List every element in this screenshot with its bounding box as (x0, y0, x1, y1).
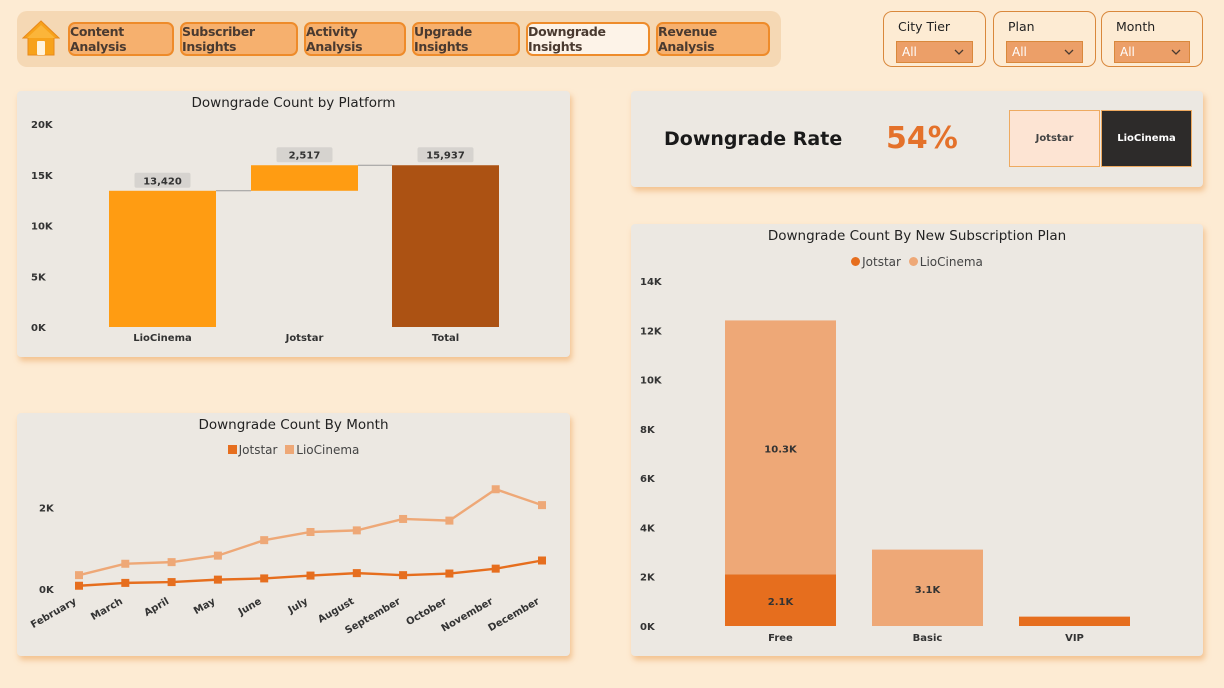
data-point (445, 516, 454, 525)
month-dropdown-value: All (1120, 45, 1135, 59)
data-point (260, 574, 269, 583)
kpi-title: Downgrade Rate (664, 128, 843, 150)
data-point (352, 526, 361, 535)
data-point (538, 556, 546, 565)
bar-total (392, 165, 499, 327)
month-slicer: Month All (1101, 11, 1203, 67)
data-label: 10.3K (764, 444, 798, 455)
downgrade-by-plan-card: Downgrade Count By New Subscription Plan… (631, 224, 1203, 656)
city-tier-slicer-label: City Tier (898, 19, 951, 34)
plan-slicer: Plan All (993, 11, 1096, 67)
data-point (352, 569, 361, 578)
x-tick-label: LioCinema (133, 333, 192, 344)
downgrade-by-plan-chart: 0K 2K 4K 6K 8K 10K 12K 14K 2.1K 10.3K Free 3.1K Basi… (640, 277, 1130, 644)
x-tick-label: March (89, 596, 125, 623)
month-slicer-label: Month (1116, 19, 1156, 34)
y-tick-label: 5K (31, 272, 47, 283)
home-button[interactable] (21, 19, 61, 57)
nav-button-activity-analysis[interactable]: Activity Analysis (304, 22, 406, 56)
data-point (260, 536, 269, 545)
data-point (306, 571, 315, 580)
data-point (213, 575, 222, 584)
y-tick-label: 10K (640, 376, 663, 387)
data-point (121, 559, 130, 568)
x-tick-label: Jotstar (285, 333, 324, 344)
bar-vip-jotstar (1019, 616, 1130, 626)
data-point (491, 564, 500, 573)
data-label: 2.1K (768, 597, 795, 608)
y-tick-label: 2K (640, 573, 656, 584)
y-tick-label: 8K (640, 425, 656, 436)
x-tick-label: December (487, 596, 542, 634)
data-point (75, 571, 83, 580)
x-tick-label: February (29, 596, 79, 631)
nav-button-subscriber-insights[interactable]: Subscriber Insights (180, 22, 298, 56)
x-tick-label: Free (768, 633, 793, 644)
downgrade-rate-card: Downgrade Rate 54% Jotstar LioCinema (631, 91, 1203, 187)
platform-button-liocinema[interactable]: LioCinema (1101, 110, 1192, 167)
chevron-down-icon (1064, 49, 1074, 55)
plan-dropdown[interactable]: All (1006, 41, 1083, 63)
bar-liocinema (109, 190, 216, 327)
data-point (213, 551, 222, 560)
x-tick-label: April (142, 596, 171, 619)
y-tick-label: 0K (640, 622, 656, 633)
x-tick-label: July (286, 596, 311, 617)
x-tick-label: May (192, 596, 218, 617)
nav-button-revenue-analysis[interactable]: Revenue Analysis (656, 22, 770, 56)
data-label: 13,420 (143, 176, 182, 187)
nav-button-content-analysis[interactable]: Content Analysis (68, 22, 174, 56)
data-point (399, 571, 408, 580)
x-tick-label: Total (432, 333, 459, 344)
y-tick-label: 2K (39, 504, 55, 515)
data-point (121, 578, 130, 587)
bar-jotstar (251, 165, 358, 191)
data-point (167, 558, 176, 567)
month-dropdown[interactable]: All (1114, 41, 1190, 63)
data-label: 3.1K (915, 585, 942, 596)
data-point (399, 514, 408, 523)
nav-button-upgrade-insights[interactable]: Upgrade Insights (412, 22, 520, 56)
y-tick-label: 4K (640, 523, 656, 534)
data-label: 15,937 (426, 151, 465, 162)
downgrade-by-month-chart: 0K2KFebruary March April May June July AugustS… (29, 485, 546, 637)
city-tier-dropdown[interactable]: All (896, 41, 973, 63)
city-tier-slicer: City Tier All (883, 11, 986, 67)
downgrade-by-platform-card: Downgrade Count by Platform 0K 5K 10K 15K 20… (17, 91, 570, 357)
y-tick-label: 12K (640, 326, 663, 337)
y-tick-label: 10K (31, 222, 54, 233)
chevron-down-icon (1171, 49, 1181, 55)
y-tick-label: 0K (31, 323, 47, 334)
nav-button-downgrade-insights[interactable]: Downgrade Insights (526, 22, 650, 56)
data-point (167, 578, 176, 587)
city-tier-dropdown-value: All (902, 45, 917, 59)
x-tick-label: June (236, 596, 264, 619)
data-point (75, 581, 83, 590)
y-tick-label: 6K (640, 474, 656, 485)
y-tick-label: 15K (31, 171, 54, 182)
data-point (538, 501, 546, 510)
x-tick-label: August (316, 596, 356, 626)
x-tick-label: Basic (913, 633, 943, 644)
data-point (306, 528, 315, 536)
x-tick-label: VIP (1065, 633, 1084, 644)
platform-button-jotstar[interactable]: Jotstar (1009, 110, 1100, 167)
x-tick-label: November (440, 596, 496, 634)
downgrade-by-platform-chart: 0K 5K 10K 15K 20K 13,420 LioCinema 2,517 Jotstar… (31, 120, 499, 344)
downgrade-by-month-card: Downgrade Count By Month Jotstar LioCine… (17, 413, 570, 656)
data-label: 2,517 (289, 151, 321, 162)
data-point (445, 569, 454, 578)
y-tick-label: 0K (39, 585, 55, 596)
y-tick-label: 20K (31, 120, 54, 131)
plan-slicer-label: Plan (1008, 19, 1035, 34)
kpi-value: 54% (886, 121, 958, 156)
y-tick-label: 14K (640, 277, 663, 288)
plan-dropdown-value: All (1012, 45, 1027, 59)
home-icon (21, 20, 61, 56)
data-point (491, 485, 500, 494)
chevron-down-icon (954, 49, 964, 55)
